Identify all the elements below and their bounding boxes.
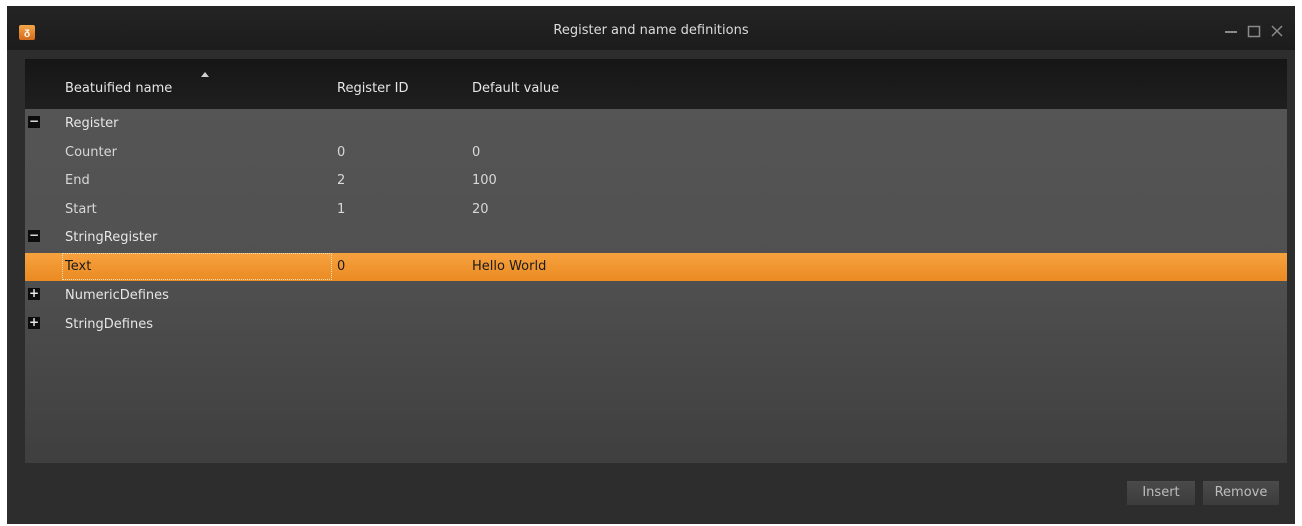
window-title: Register and name definitions: [553, 23, 749, 38]
group-label: NumericDefines: [65, 288, 169, 303]
column-header-name[interactable]: Beatuified name: [65, 81, 172, 96]
tree-group-row[interactable]: + StringDefines: [25, 311, 1287, 339]
column-header: Beatuified name Register ID Default valu…: [25, 59, 1287, 109]
group-label: StringDefines: [65, 317, 154, 332]
column-header-default-value[interactable]: Default value: [472, 81, 559, 96]
cell-default-value: 0: [472, 145, 481, 160]
table-row-selected[interactable]: Text 0 Hello World: [25, 253, 1287, 281]
cell-name: Counter: [65, 145, 117, 160]
collapse-icon[interactable]: −: [28, 229, 40, 242]
cell-register-id: 2: [337, 173, 346, 188]
tree-group-row[interactable]: + NumericDefines: [25, 282, 1287, 310]
insert-button[interactable]: Insert: [1127, 481, 1195, 505]
maximize-icon[interactable]: [1245, 22, 1263, 40]
tree-group-row[interactable]: − Register: [25, 110, 1287, 138]
tree-group-row[interactable]: − StringRegister: [25, 224, 1287, 252]
cell-default-value: 100: [472, 173, 497, 188]
table-row[interactable]: Start 1 20: [25, 196, 1287, 224]
cell-register-id: 0: [337, 145, 346, 160]
expand-icon[interactable]: +: [28, 316, 40, 329]
title-bar[interactable]: ᵹ Register and name definitions: [7, 6, 1295, 50]
cell-name: End: [65, 173, 90, 188]
sort-ascending-icon: [201, 72, 209, 77]
column-header-register-id[interactable]: Register ID: [337, 81, 409, 96]
register-definitions-window: ᵹ Register and name definitions Beatuifi…: [7, 6, 1295, 524]
definitions-tree[interactable]: Beatuified name Register ID Default valu…: [25, 59, 1287, 463]
collapse-icon[interactable]: −: [28, 115, 40, 128]
group-label: Register: [65, 116, 119, 131]
cell-register-id: 1: [337, 202, 346, 217]
cell-name[interactable]: Text: [65, 259, 91, 274]
expand-icon[interactable]: +: [28, 287, 40, 300]
cell-register-id[interactable]: 0: [337, 259, 345, 274]
group-label: StringRegister: [65, 230, 158, 245]
minimize-icon[interactable]: [1222, 22, 1240, 40]
close-icon[interactable]: [1268, 22, 1286, 40]
cell-default-value[interactable]: Hello World: [472, 259, 546, 274]
table-row[interactable]: End 2 100: [25, 167, 1287, 195]
remove-button[interactable]: Remove: [1203, 481, 1279, 505]
cell-default-value: 20: [472, 202, 489, 217]
table-row[interactable]: Counter 0 0: [25, 139, 1287, 167]
cell-name: Start: [65, 202, 97, 217]
focus-rectangle: [62, 253, 332, 280]
